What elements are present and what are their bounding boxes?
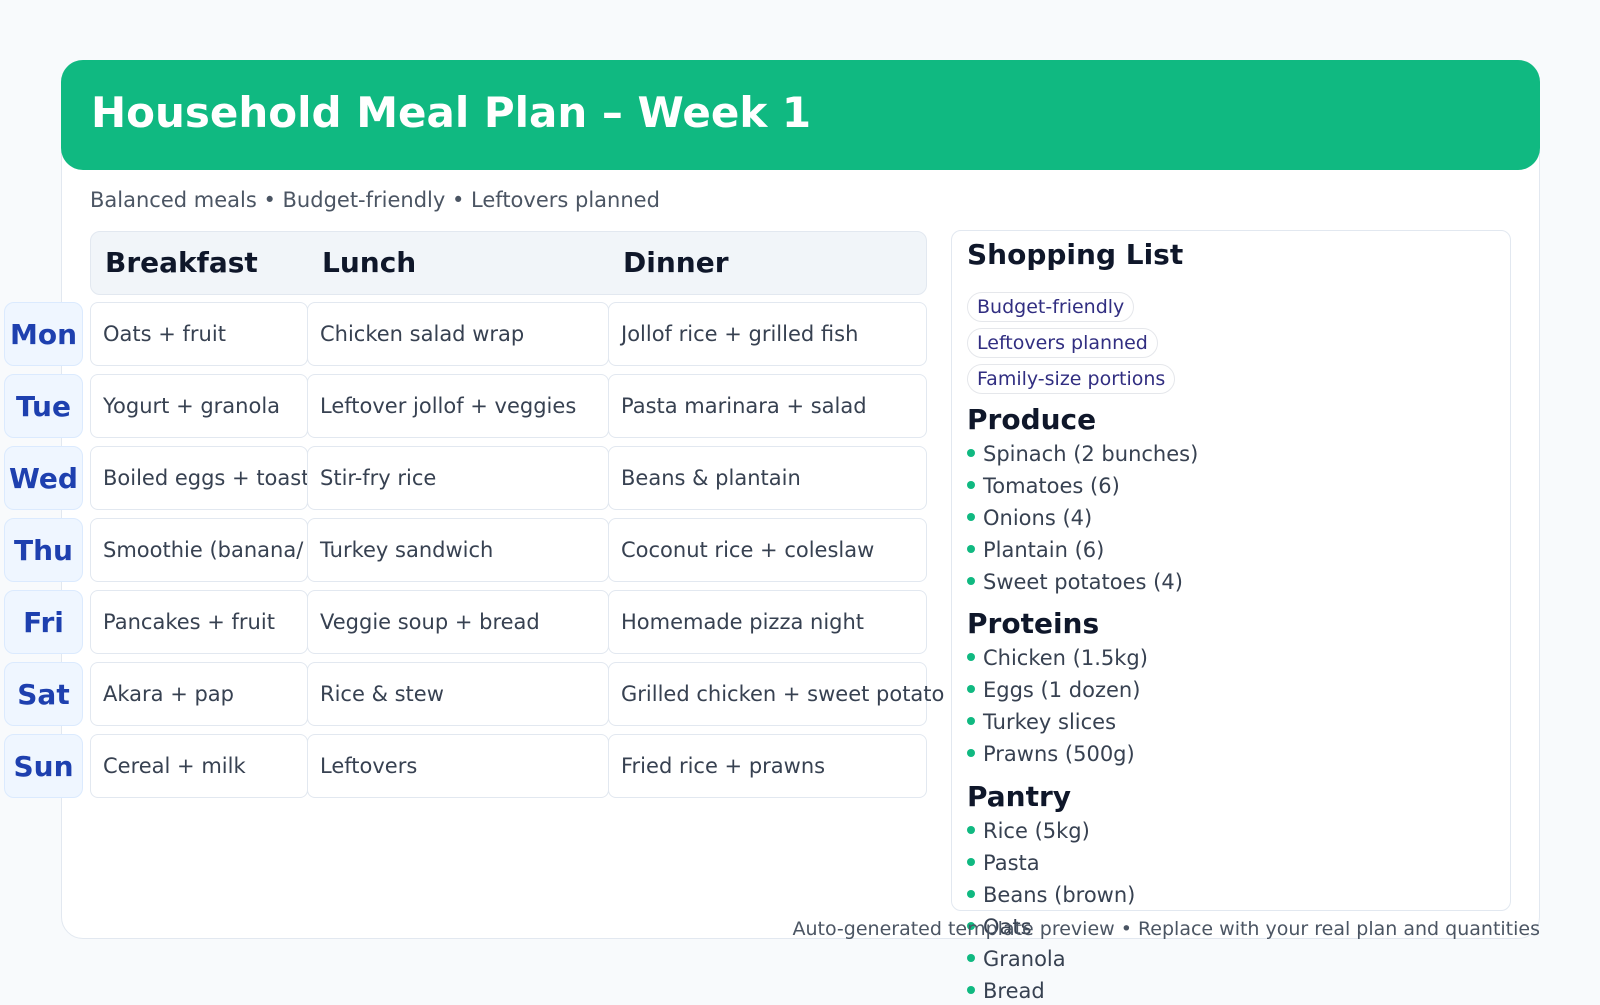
shopping-item-label: Sweet potatoes (4) <box>983 570 1183 594</box>
meal-cell-lunch: Rice & stew <box>307 662 609 726</box>
bullet-dot-icon <box>967 577 975 585</box>
bullet-dot-icon <box>967 858 975 866</box>
meal-cell-dinner: Grilled chicken + sweet potato <box>608 662 944 726</box>
day-label: Sat <box>4 662 83 726</box>
shopping-item-label: Turkey slices <box>983 710 1117 734</box>
table-header-row: Breakfast Lunch Dinner <box>90 231 927 295</box>
shopping-item-label: Rice (5kg) <box>983 819 1090 843</box>
meal-cell-breakfast: Pancakes + fruit <box>90 590 308 654</box>
column-header-breakfast: Breakfast <box>105 246 258 279</box>
meal-cell-dinner: Beans & plantain <box>608 446 927 510</box>
bullet-dot-icon <box>967 986 975 994</box>
shopping-item-label: Eggs (1 dozen) <box>983 678 1141 702</box>
meal-cell-lunch: Veggie soup + bread <box>307 590 609 654</box>
shopping-item-label: Tomatoes (6) <box>983 474 1120 498</box>
shopping-item-label: Chicken (1.5kg) <box>983 646 1148 670</box>
day-label: Sun <box>4 734 83 798</box>
meal-cell-breakfast: Boiled eggs + toast <box>90 446 308 510</box>
meal-cell-dinner: Homemade pizza night <box>608 590 927 654</box>
bullet-dot-icon <box>967 449 975 457</box>
bullet-dot-icon <box>967 545 975 553</box>
bullet-dot-icon <box>967 954 975 962</box>
shopping-item: Chicken (1.5kg) <box>967 644 1148 672</box>
bullet-dot-icon <box>967 513 975 521</box>
shopping-item: Pasta <box>967 849 1040 877</box>
bullet-dot-icon <box>967 890 975 898</box>
meal-cell-breakfast: Yogurt + granola <box>90 374 308 438</box>
shopping-item-label: Onions (4) <box>983 506 1093 530</box>
page-subtitle: Balanced meals • Budget-friendly • Lefto… <box>90 188 660 212</box>
meal-cell-breakfast: Cereal + milk <box>90 734 308 798</box>
section-heading-produce: Produce <box>967 403 1097 436</box>
day-label: Wed <box>4 446 83 510</box>
tag-pill: Leftovers planned <box>967 328 1158 358</box>
footer-note: Auto-generated template preview • Replac… <box>792 918 1540 940</box>
shopping-item: Prawns (500g) <box>967 740 1135 768</box>
shopping-item-label: Pasta <box>983 851 1040 875</box>
meal-cell-dinner: Jollof rice + grilled fish <box>608 302 927 366</box>
bullet-dot-icon <box>967 717 975 725</box>
section-heading-pantry: Pantry <box>967 780 1072 813</box>
shopping-item-label: Beans (brown) <box>983 883 1136 907</box>
bullet-dot-icon <box>967 481 975 489</box>
bullet-dot-icon <box>967 749 975 757</box>
header-banner: Household Meal Plan – Week 1 <box>61 60 1540 170</box>
shopping-item: Granola <box>967 945 1066 973</box>
bullet-dot-icon <box>967 826 975 834</box>
bullet-dot-icon <box>967 653 975 661</box>
tag-pill: Budget-friendly <box>967 292 1135 322</box>
meal-cell-dinner: Coconut rice + coleslaw <box>608 518 927 582</box>
shopping-item-label: Spinach (2 bunches) <box>983 442 1199 466</box>
shopping-item-label: Granola <box>983 947 1066 971</box>
meal-cell-lunch: Leftover jollof + veggies <box>307 374 609 438</box>
bullet-dot-icon <box>967 685 975 693</box>
column-header-lunch: Lunch <box>322 246 417 279</box>
meal-cell-breakfast: Akara + pap <box>90 662 308 726</box>
day-label: Tue <box>4 374 83 438</box>
meal-cell-breakfast: Oats + fruit <box>90 302 308 366</box>
shopping-item-label: Plantain (6) <box>983 538 1105 562</box>
meal-cell-lunch: Leftovers <box>307 734 609 798</box>
page-title: Household Meal Plan – Week 1 <box>91 88 812 137</box>
meal-cell-dinner: Pasta marinara + salad <box>608 374 927 438</box>
shopping-item: Sweet potatoes (4) <box>967 568 1183 596</box>
shopping-item: Tomatoes (6) <box>967 472 1120 500</box>
shopping-item: Rice (5kg) <box>967 817 1090 845</box>
shopping-item-label: Prawns (500g) <box>983 742 1135 766</box>
shopping-list-title: Shopping List <box>967 238 1184 271</box>
shopping-item: Eggs (1 dozen) <box>967 676 1140 704</box>
meal-cell-lunch: Turkey sandwich <box>307 518 609 582</box>
shopping-item: Onions (4) <box>967 504 1092 532</box>
meal-cell-breakfast: Smoothie (banana/ <box>90 518 308 582</box>
shopping-item: Beans (brown) <box>967 881 1135 909</box>
shopping-item: Spinach (2 bunches) <box>967 440 1198 468</box>
meal-cell-lunch: Stir-fry rice <box>307 446 609 510</box>
shopping-item-label: Bread <box>983 979 1045 1003</box>
shopping-item: Plantain (6) <box>967 536 1104 564</box>
section-heading-proteins: Proteins <box>967 607 1100 640</box>
day-label: Mon <box>4 302 83 366</box>
shopping-item: Turkey slices <box>967 708 1116 736</box>
meal-cell-dinner: Fried rice + prawns <box>608 734 927 798</box>
tag-pill: Family-size portions <box>967 364 1176 394</box>
meal-cell-lunch: Chicken salad wrap <box>307 302 609 366</box>
day-label: Fri <box>4 590 83 654</box>
shopping-item: Bread <box>967 977 1045 1005</box>
column-header-dinner: Dinner <box>623 246 729 279</box>
day-label: Thu <box>4 518 83 582</box>
